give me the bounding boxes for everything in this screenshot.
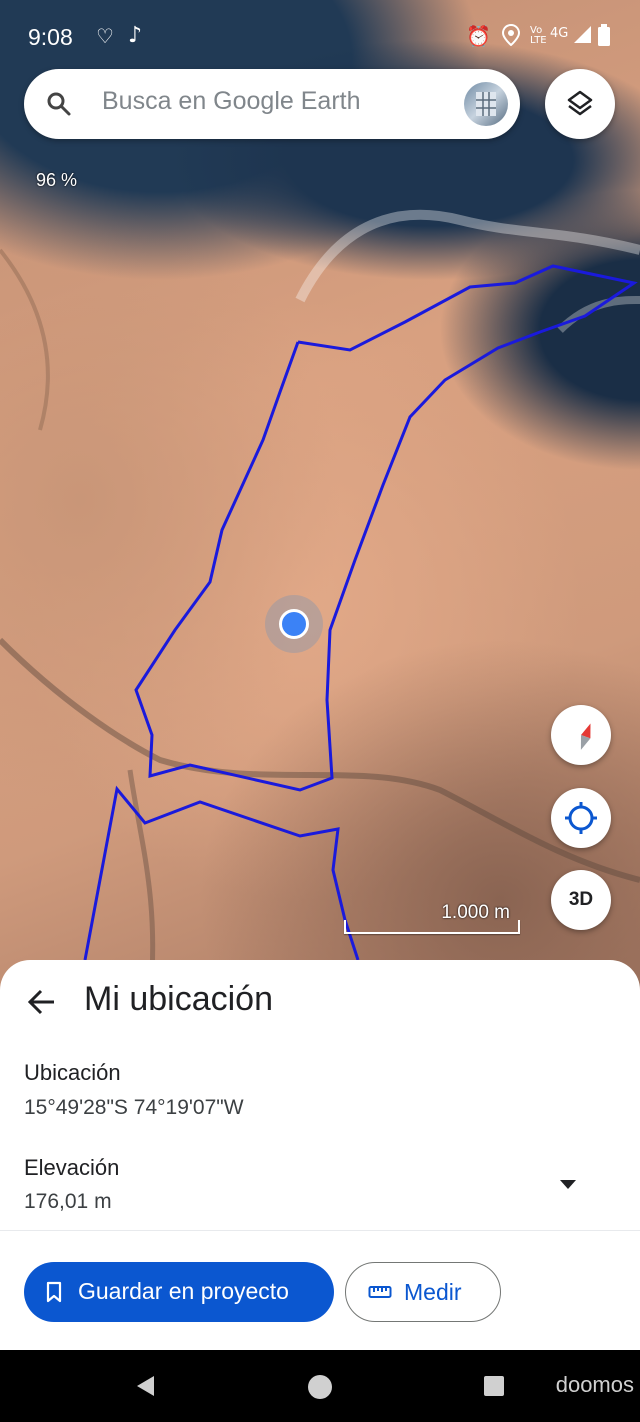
recents-nav-icon[interactable] xyxy=(483,1375,505,1397)
search-placeholder: Busca en Google Earth xyxy=(102,87,361,115)
back-nav-icon[interactable] xyxy=(134,1374,158,1398)
3d-label: 3D xyxy=(568,889,594,910)
sheet-title: Mi ubicación xyxy=(84,980,273,1018)
measure-button-label: Medir xyxy=(404,1279,462,1305)
compass-icon xyxy=(580,723,591,750)
area-polygon xyxy=(83,264,638,961)
elevation-label: Elevación xyxy=(24,1155,120,1180)
status-bar: 9:08 ♡ ♪ ⏰ Vo LTE 4G xyxy=(0,0,640,70)
map-overlay xyxy=(0,209,640,1000)
tiktok-icon: ♪ xyxy=(128,23,143,48)
location-coordinates: 15°49'28"S 74°19'07"W xyxy=(24,1096,244,1119)
location-sheet: Mi ubicación Ubicación 15°49'28"S 74°19'… xyxy=(0,960,640,1350)
compass-button[interactable] xyxy=(551,705,611,765)
location-label: Ubicación xyxy=(24,1060,121,1085)
measure-button[interactable]: Medir xyxy=(345,1262,501,1322)
bookmark-icon xyxy=(46,1281,62,1303)
location-pin-icon xyxy=(501,23,521,51)
alarm-icon: ⏰ xyxy=(466,24,491,48)
battery-icon xyxy=(598,24,610,51)
zoom-percent: 96 % xyxy=(36,170,78,190)
my-location-button[interactable] xyxy=(551,788,611,848)
current-location-marker[interactable] xyxy=(265,595,323,653)
search-icon xyxy=(47,92,71,116)
crosshair-icon xyxy=(565,802,597,834)
watermark: doomos xyxy=(555,1372,634,1397)
heart-icon: ♡ xyxy=(96,24,114,48)
scale-ruler xyxy=(344,920,520,934)
map-view[interactable] xyxy=(0,0,640,1000)
layers-button[interactable] xyxy=(545,69,615,139)
back-arrow-icon[interactable] xyxy=(26,986,58,1018)
system-nav-bar: doomos xyxy=(0,1350,640,1422)
ruler-icon xyxy=(368,1286,392,1298)
expand-dropdown-icon[interactable] xyxy=(560,1180,576,1189)
signal-icon xyxy=(572,24,592,49)
scale-bar: 1.000 m xyxy=(344,900,520,936)
layers-icon xyxy=(567,90,593,116)
account-avatar[interactable] xyxy=(464,82,508,126)
save-button-label: Guardar en proyecto xyxy=(78,1278,289,1304)
network-type: 4G xyxy=(550,26,569,41)
elevation-value: 176,01 m xyxy=(24,1190,112,1213)
status-time: 9:08 xyxy=(28,24,73,50)
3d-button[interactable]: 3D xyxy=(551,870,611,930)
divider xyxy=(0,1230,640,1231)
volte-icon: Vo LTE xyxy=(530,25,547,46)
save-to-project-button[interactable]: Guardar en proyecto xyxy=(24,1262,334,1322)
home-nav-icon[interactable] xyxy=(307,1374,333,1400)
search-bar[interactable]: Busca en Google Earth xyxy=(24,69,520,139)
